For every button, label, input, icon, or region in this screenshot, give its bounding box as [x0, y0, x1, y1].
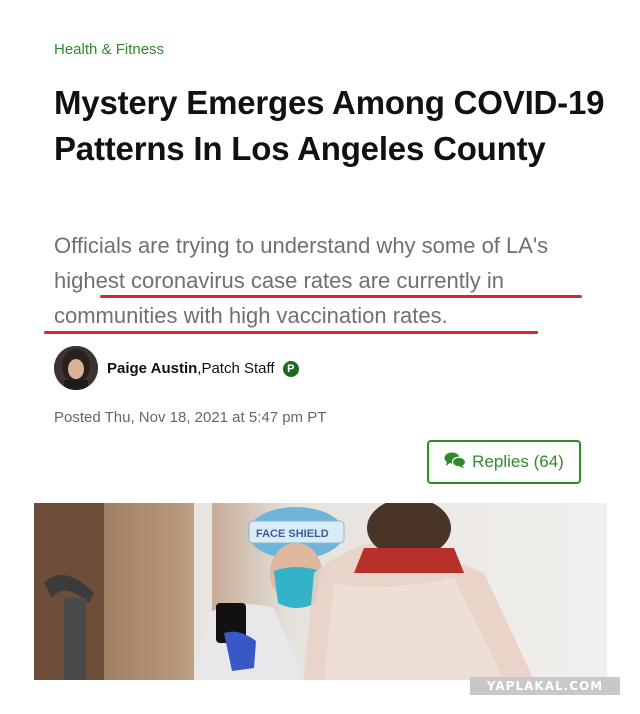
author-byline: Paige Austin,Patch Staff P: [107, 360, 299, 377]
posted-date: Posted Thu, Nov 18, 2021 at 5:47 pm PT: [54, 409, 327, 426]
replies-button[interactable]: Replies (64): [427, 440, 581, 484]
face-shield-text: FACE SHIELD: [256, 528, 329, 540]
patch-staff-badge: P: [282, 361, 299, 377]
site-watermark: YAPLAKAL.COM: [470, 677, 620, 695]
red-underline-1: [100, 295, 582, 298]
avatar[interactable]: [54, 346, 98, 390]
replies-label: Replies (64): [472, 452, 564, 471]
article-headline: Mystery Emerges Among COVID-19 Patterns …: [54, 84, 605, 167]
article-subheadline: Officials are trying to understand why s…: [54, 233, 549, 328]
author-name[interactable]: Paige Austin: [107, 360, 197, 377]
chat-bubbles-icon: [444, 451, 472, 474]
red-underline-2: [44, 331, 538, 334]
article-photo: FACE SHIELD: [34, 503, 607, 680]
category-link[interactable]: Health & Fitness: [54, 41, 164, 58]
author-role: ,Patch Staff: [197, 360, 275, 377]
